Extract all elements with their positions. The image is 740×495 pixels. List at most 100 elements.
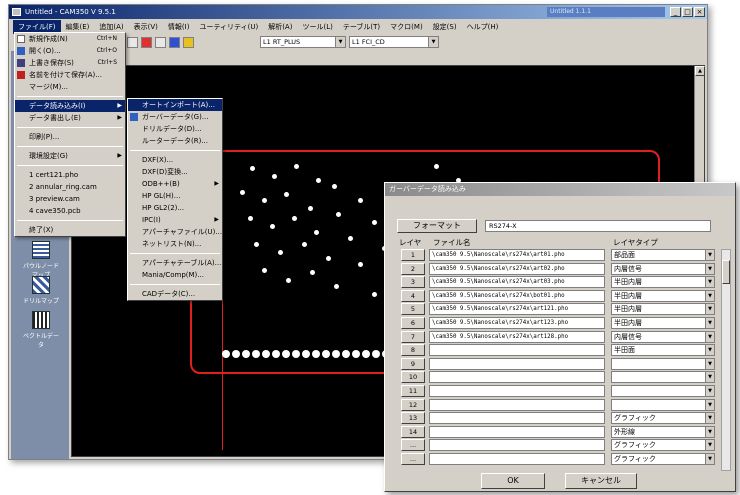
menu-exit[interactable]: 終了(X) xyxy=(15,224,125,236)
submenu-cad-data[interactable]: CADデータ(C)... xyxy=(128,288,222,300)
zoom-icon[interactable] xyxy=(127,36,138,48)
layer-number-button[interactable]: 13 xyxy=(401,412,425,425)
layer-number-button[interactable]: 7 xyxy=(401,330,425,343)
submenu-gerber[interactable]: ガーバーデータ(G)... xyxy=(128,111,222,123)
submenu-hpgl[interactable]: HP GL(H)... xyxy=(128,190,222,202)
file-name-field[interactable] xyxy=(429,453,605,465)
layer-number-button[interactable]: 4 xyxy=(401,289,425,302)
menu-merge[interactable]: マージ(M)... xyxy=(15,81,125,93)
layer-type-select[interactable]: ▼ xyxy=(611,398,715,411)
layer-type-select[interactable]: 半田面 ▼ xyxy=(611,344,715,357)
submenu-drill[interactable]: ドリルデータ(D)... xyxy=(128,123,222,135)
scroll-up-button[interactable]: ▲ xyxy=(695,66,705,76)
layer-type-select[interactable]: グラフィック ▼ xyxy=(611,412,715,425)
layer-type-select[interactable]: ▼ xyxy=(611,385,715,397)
file-name-field[interactable]: \cam350 9.5\Nanoscale\rs274x\art01.pho xyxy=(429,249,605,261)
layer-number-button[interactable]: 10 xyxy=(401,371,425,384)
menu-save-as[interactable]: 名前を付けて保存(A)... xyxy=(15,69,125,81)
layer-type-select[interactable]: 部品面 ▼ xyxy=(611,249,715,261)
menu-utility[interactable]: ユーティリティ(U) xyxy=(194,20,263,34)
layer-number-button[interactable]: ... xyxy=(401,439,425,452)
layer-type-select[interactable]: 半田内層 ▼ xyxy=(611,317,715,329)
menu-print[interactable]: 印刷(P)... xyxy=(15,131,125,143)
layer-combo[interactable]: L1 RT_PLUS ▼ xyxy=(260,36,346,48)
file-name-field[interactable] xyxy=(429,439,605,452)
menu-import[interactable]: データ読み込み(I) ▶ xyxy=(15,100,125,112)
file-name-field[interactable] xyxy=(429,398,605,411)
layer-type-select[interactable]: 半田内層 ▼ xyxy=(611,289,715,302)
submenu-auto-import[interactable]: オートインポート(A)... xyxy=(128,99,222,111)
layer-icon[interactable] xyxy=(141,36,152,48)
tool-vector[interactable]: ベクトルデータ xyxy=(21,311,61,349)
layer-number-button[interactable]: 5 xyxy=(401,303,425,316)
submenu-dxf[interactable]: DXF(X)... xyxy=(128,154,222,166)
layer-number-button[interactable]: 12 xyxy=(401,398,425,411)
file-name-field[interactable] xyxy=(429,357,605,370)
tool-pad-map[interactable]: パウルノードマップ xyxy=(21,241,61,279)
layer-number-button[interactable]: 9 xyxy=(401,357,425,370)
menu-settings[interactable]: 設定(S) xyxy=(428,20,462,34)
layer-type-select[interactable]: ▼ xyxy=(611,371,715,384)
submenu-dxf-convert[interactable]: DXF(D)変換... xyxy=(128,166,222,178)
menu-table[interactable]: テーブル(T) xyxy=(338,20,385,34)
file-name-field[interactable] xyxy=(429,425,605,438)
layer-type-select[interactable]: グラフィック ▼ xyxy=(611,439,715,452)
close-button[interactable]: × xyxy=(694,7,705,17)
menu-recent-1[interactable]: 1 cert121.pho xyxy=(15,169,125,181)
menu-analysis[interactable]: 解析(A) xyxy=(263,20,297,34)
menu-export[interactable]: データ書出し(E) ▶ xyxy=(15,112,125,124)
layer-type-select[interactable]: 半田内層 ▼ xyxy=(611,303,715,316)
format-button[interactable]: フォーマット xyxy=(397,219,477,233)
file-name-field[interactable] xyxy=(429,344,605,357)
layer-number-button[interactable]: 14 xyxy=(401,425,425,438)
submenu-netlist[interactable]: ネットリスト(N)... xyxy=(128,238,222,250)
menu-open[interactable]: 開く(O)... Ctrl+O xyxy=(15,45,125,57)
layer-number-button[interactable]: 2 xyxy=(401,262,425,275)
submenu-ipc[interactable]: IPC(I) ▶ xyxy=(128,214,222,226)
menu-recent-3[interactable]: 3 preview.cam xyxy=(15,193,125,205)
tool-drill-map[interactable]: ドリルマップ xyxy=(21,276,61,305)
menu-info[interactable]: 情報(I) xyxy=(163,20,195,34)
layer-type-select[interactable]: 内層信号 ▼ xyxy=(611,330,715,343)
palette-icon[interactable] xyxy=(169,36,180,48)
menu-tools[interactable]: ツール(L) xyxy=(297,20,337,34)
file-name-field[interactable]: \cam350 9.5\Nanoscale\rs274x\art123.pho xyxy=(429,317,605,329)
layer-type-select[interactable]: ▼ xyxy=(611,357,715,370)
layer-number-button[interactable]: 11 xyxy=(401,385,425,397)
file-name-field[interactable]: \cam350 9.5\Nanoscale\rs274x\art03.pho xyxy=(429,276,605,289)
file-name-field[interactable] xyxy=(429,385,605,397)
layer-type-select[interactable]: 外形線 ▼ xyxy=(611,425,715,438)
menu-preferences[interactable]: 環境設定(G) ▶ xyxy=(15,150,125,162)
submenu-aperture-table[interactable]: アパーチャテーブル(A)... xyxy=(128,257,222,269)
file-name-field[interactable]: \cam350 9.5\Nanoscale\rs274x\art128.pho xyxy=(429,330,605,343)
submenu-odb[interactable]: ODB++(B) ▶ xyxy=(128,178,222,190)
file-name-field[interactable] xyxy=(429,371,605,384)
folder-icon[interactable] xyxy=(183,36,194,48)
layer-type-select[interactable]: 内層信号 ▼ xyxy=(611,262,715,275)
layer-type-select[interactable]: グラフィック ▼ xyxy=(611,453,715,465)
file-name-field[interactable]: \cam350 9.5\Nanoscale\rs274x\art121.pho xyxy=(429,303,605,316)
dialog-scrollbar[interactable] xyxy=(721,249,731,471)
minimize-button[interactable]: _ xyxy=(670,7,681,17)
layer-number-button[interactable]: 1 xyxy=(401,249,425,261)
file-name-field[interactable]: \cam350 9.5\Nanoscale\rs274x\art02.pho xyxy=(429,262,605,275)
menu-new[interactable]: 新規作成(N) Ctrl+N xyxy=(15,33,125,45)
layer-number-button[interactable]: 3 xyxy=(401,276,425,289)
cancel-button[interactable]: キャンセル xyxy=(565,473,637,489)
file-name-field[interactable] xyxy=(429,412,605,425)
submenu-router[interactable]: ルーターデータ(R)... xyxy=(128,135,222,147)
menu-macro[interactable]: マクロ(M) xyxy=(385,20,428,34)
aperture-combo[interactable]: L1 FCI_CD ▼ xyxy=(349,36,439,48)
submenu-aperture-file[interactable]: アパーチャファイル(U)... xyxy=(128,226,222,238)
submenu-mania-comp[interactable]: Mania/Comp(M)... xyxy=(128,269,222,281)
menu-recent-4[interactable]: 4 cave350.pcb xyxy=(15,205,125,217)
maximize-button[interactable]: □ xyxy=(682,7,693,17)
layer-type-select[interactable]: 半田内層 ▼ xyxy=(611,276,715,289)
layer-number-button[interactable]: ... xyxy=(401,453,425,465)
menu-recent-2[interactable]: 2 annular_ring.cam xyxy=(15,181,125,193)
layer-number-button[interactable]: 6 xyxy=(401,317,425,329)
menu-save[interactable]: 上書き保存(S) Ctrl+S xyxy=(15,57,125,69)
layer-number-button[interactable]: 8 xyxy=(401,344,425,357)
scroll-thumb[interactable] xyxy=(722,260,730,284)
submenu-hpgl2[interactable]: HP GL2(2)... xyxy=(128,202,222,214)
